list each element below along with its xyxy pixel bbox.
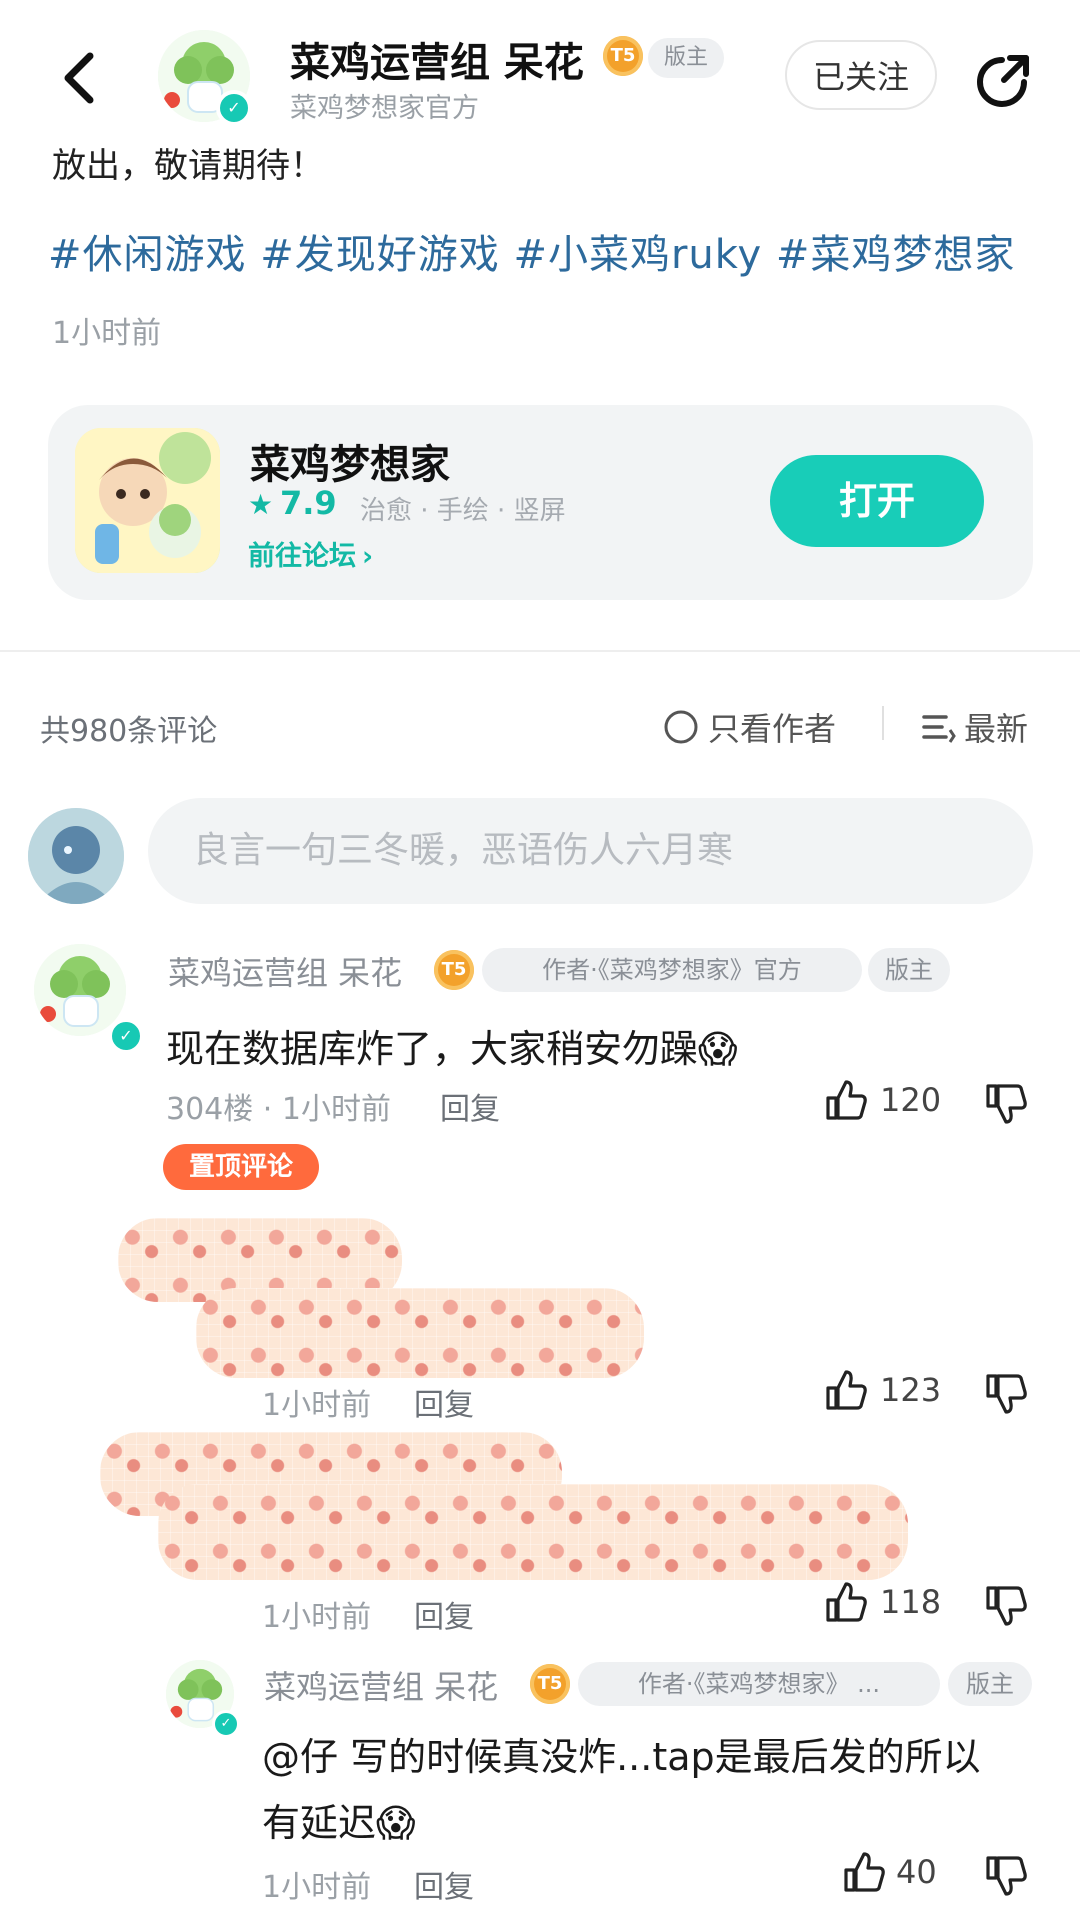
dislike-button[interactable] bbox=[984, 1854, 1028, 1898]
thumbs-down-icon bbox=[986, 1374, 1027, 1414]
thumbs-down-icon bbox=[986, 1586, 1027, 1626]
dislike-button[interactable] bbox=[984, 1372, 1028, 1416]
verified-icon: ✓ bbox=[216, 90, 252, 126]
level-badge-icon: T5 bbox=[530, 1664, 570, 1704]
level-badge-icon: T5 bbox=[434, 950, 474, 990]
author-name[interactable]: 菜鸡运营组 呆花 bbox=[290, 30, 584, 88]
verified-icon: ✓ bbox=[108, 1018, 144, 1054]
dislike-button[interactable] bbox=[984, 1082, 1028, 1126]
game-icon[interactable] bbox=[75, 428, 220, 573]
post-time: 1小时前 bbox=[52, 316, 162, 351]
like-button[interactable]: 120 bbox=[824, 1078, 941, 1122]
author-tag: 作者·《菜鸡梦想家》官方 bbox=[482, 948, 862, 992]
thumbs-down-icon bbox=[986, 1856, 1027, 1896]
game-rating: 7.9 bbox=[280, 484, 337, 522]
like-button[interactable]: 123 bbox=[824, 1368, 941, 1412]
reply-text-line1: @仔 写的时候真没炸...tap是最后发的所以 bbox=[262, 1735, 981, 1779]
reply-meta: 1小时前 bbox=[262, 1600, 372, 1635]
comment-input[interactable]: 良言一句三冬暖，恶语伤人六月寒 bbox=[148, 798, 1033, 904]
author-subtitle: 菜鸡梦想家官方 bbox=[290, 93, 479, 124]
like-count: 120 bbox=[880, 1081, 942, 1119]
back-button[interactable] bbox=[52, 42, 112, 114]
thumbs-up-icon bbox=[844, 1852, 885, 1892]
author-only-label: 只看作者 bbox=[708, 710, 837, 748]
open-game-button[interactable]: 打开 bbox=[770, 455, 984, 547]
moderator-badge: 版主 bbox=[648, 38, 724, 78]
post-tags[interactable]: #休闲游戏 #发现好游戏 #小菜鸡ruky #菜鸡梦想家 bbox=[48, 222, 1015, 280]
game-genres: 治愈 · 手绘 · 竖屏 bbox=[360, 496, 566, 526]
my-avatar[interactable] bbox=[28, 808, 124, 904]
back-arrow-icon bbox=[64, 52, 94, 104]
thumbs-up-icon bbox=[826, 1080, 867, 1120]
thumbs-up-icon bbox=[826, 1370, 867, 1410]
dislike-button[interactable] bbox=[984, 1584, 1028, 1628]
sort-label: 最新 bbox=[964, 710, 1029, 748]
comment-count: 共980条评论 bbox=[40, 714, 218, 749]
moderator-badge: 版主 bbox=[868, 948, 950, 992]
game-art-image bbox=[75, 428, 220, 573]
reply-button[interactable]: 回复 bbox=[414, 1380, 474, 1424]
author-only-toggle[interactable]: 只看作者 bbox=[662, 704, 836, 750]
commenter-avatar-image bbox=[34, 944, 126, 1036]
commenter-avatar[interactable] bbox=[34, 944, 126, 1036]
pinned-badge: 置顶评论 bbox=[163, 1144, 319, 1190]
like-count: 118 bbox=[880, 1583, 942, 1621]
verified-icon: ✓ bbox=[212, 1710, 240, 1738]
like-count: 123 bbox=[880, 1371, 942, 1409]
reply-text-line2: 有延迟😱 bbox=[262, 1801, 416, 1845]
share-icon bbox=[977, 55, 1029, 107]
reply-meta: 1小时前 bbox=[262, 1388, 372, 1423]
my-avatar-image bbox=[28, 808, 124, 904]
forum-link[interactable]: 前往论坛 › bbox=[248, 534, 373, 573]
reply-button[interactable]: 回复 bbox=[414, 1862, 474, 1906]
share-button[interactable] bbox=[972, 48, 1036, 112]
author-tag: 作者·《菜鸡梦想家》 ... bbox=[578, 1662, 940, 1706]
level-badge-icon: T5 bbox=[603, 36, 643, 76]
like-button[interactable]: 118 bbox=[824, 1580, 941, 1624]
reply-meta: 1小时前 bbox=[262, 1870, 372, 1905]
thumbs-up-icon bbox=[826, 1582, 867, 1622]
post-text-tail: 放出，敬请期待！ bbox=[52, 146, 324, 186]
reply-username[interactable]: 菜鸡运营组 呆花 bbox=[264, 1662, 498, 1708]
moderator-badge: 版主 bbox=[948, 1662, 1032, 1706]
section-divider bbox=[0, 650, 1080, 652]
like-button[interactable]: 40 bbox=[842, 1850, 937, 1894]
comment-meta: 304楼 · 1小时前 bbox=[166, 1092, 391, 1127]
censored-region bbox=[158, 1484, 908, 1580]
comment-text: 现在数据库炸了，大家稍安勿躁😱 bbox=[166, 1027, 738, 1071]
thumbs-down-icon bbox=[986, 1084, 1027, 1124]
comment-username[interactable]: 菜鸡运营组 呆花 bbox=[168, 948, 402, 994]
circle-radio-icon bbox=[664, 710, 698, 744]
follow-button[interactable]: 已关注 bbox=[785, 40, 937, 110]
reply-button[interactable]: 回复 bbox=[440, 1084, 500, 1128]
censored-region bbox=[196, 1288, 644, 1378]
forum-link-label: 前往论坛 bbox=[248, 541, 356, 572]
like-count: 40 bbox=[896, 1853, 937, 1891]
sort-icon bbox=[922, 715, 956, 743]
reply-button[interactable]: 回复 bbox=[414, 1592, 474, 1636]
chevron-right-icon: › bbox=[362, 541, 374, 572]
game-name[interactable]: 菜鸡梦想家 bbox=[250, 432, 450, 490]
star-icon: ★ bbox=[248, 488, 274, 521]
header-separator bbox=[882, 706, 884, 740]
sort-button[interactable]: 最新 bbox=[920, 704, 1028, 750]
